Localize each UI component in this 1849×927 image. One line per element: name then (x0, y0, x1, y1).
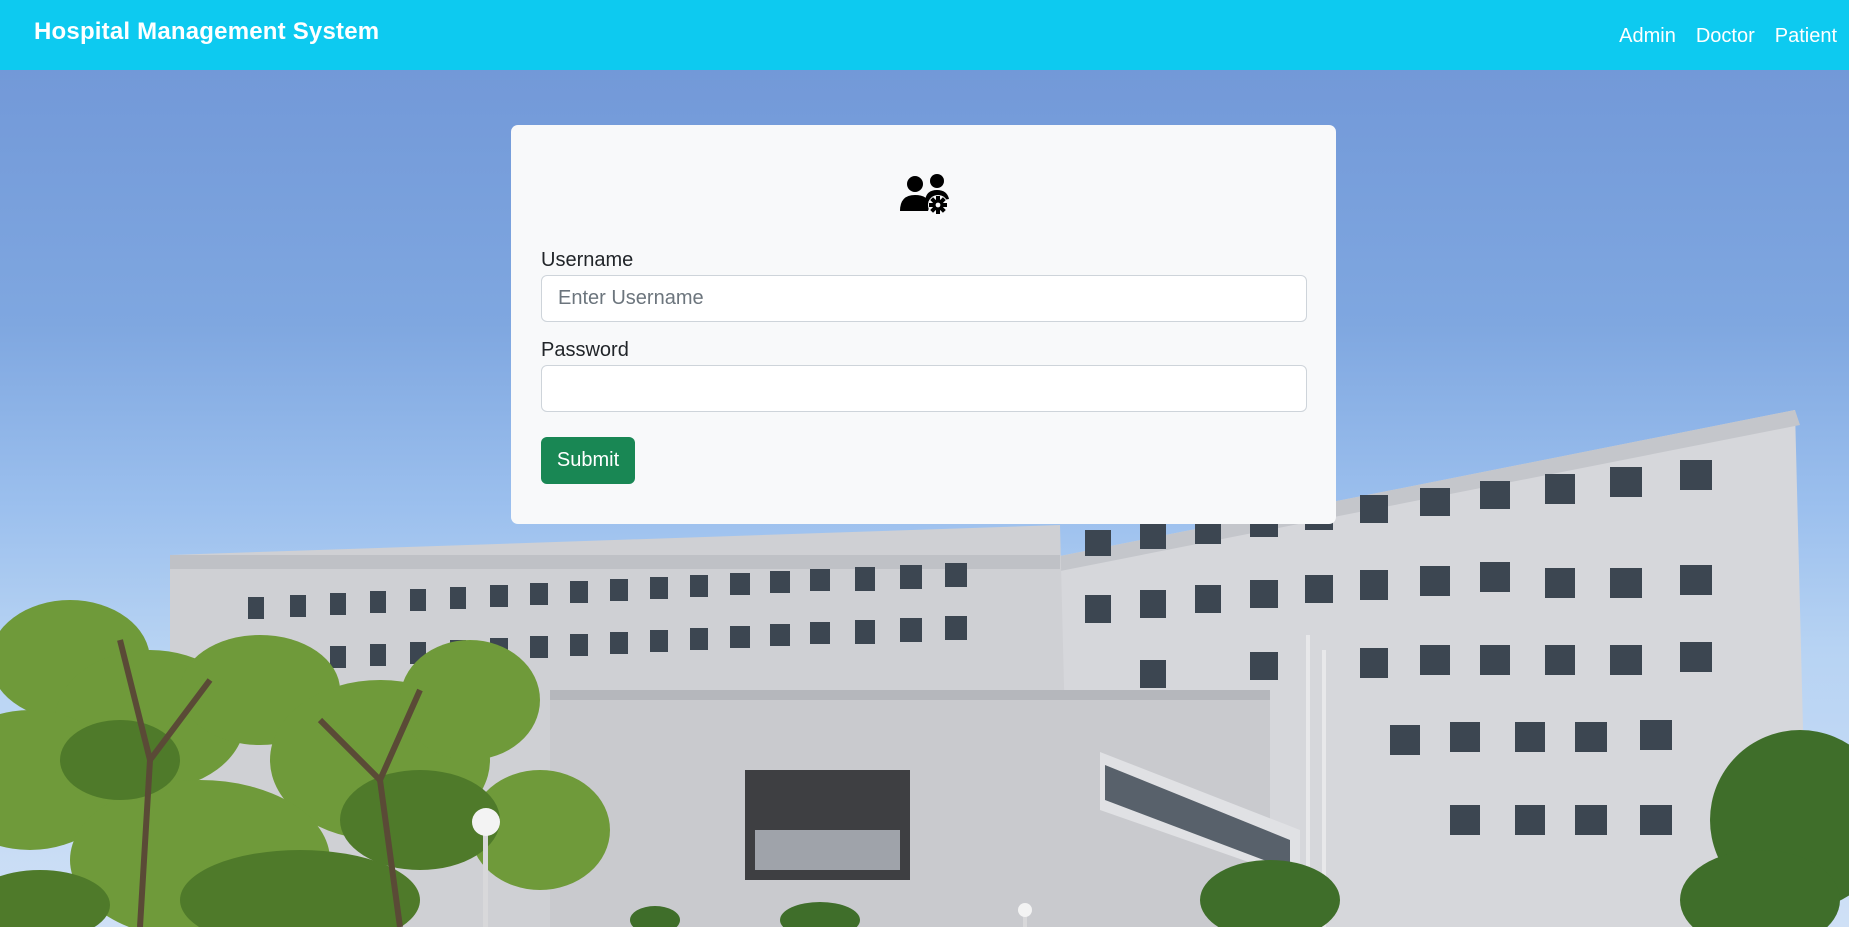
users-gear-icon (900, 174, 949, 215)
nav-link-admin[interactable]: Admin (1619, 25, 1676, 48)
login-card: Username Password Submit (511, 125, 1336, 524)
nav-link-doctor[interactable]: Doctor (1696, 25, 1755, 48)
nav-links: Admin Doctor Patient (1619, 25, 1837, 48)
submit-button[interactable]: Submit (541, 437, 635, 484)
password-input[interactable] (541, 365, 1307, 412)
username-label: Username (541, 249, 634, 271)
top-navbar: Hospital Management System Admin Doctor … (0, 0, 1849, 70)
username-input[interactable] (541, 275, 1307, 322)
password-label: Password (541, 339, 629, 361)
nav-link-patient[interactable]: Patient (1775, 25, 1837, 48)
app-brand-title[interactable]: Hospital Management System (34, 18, 379, 46)
